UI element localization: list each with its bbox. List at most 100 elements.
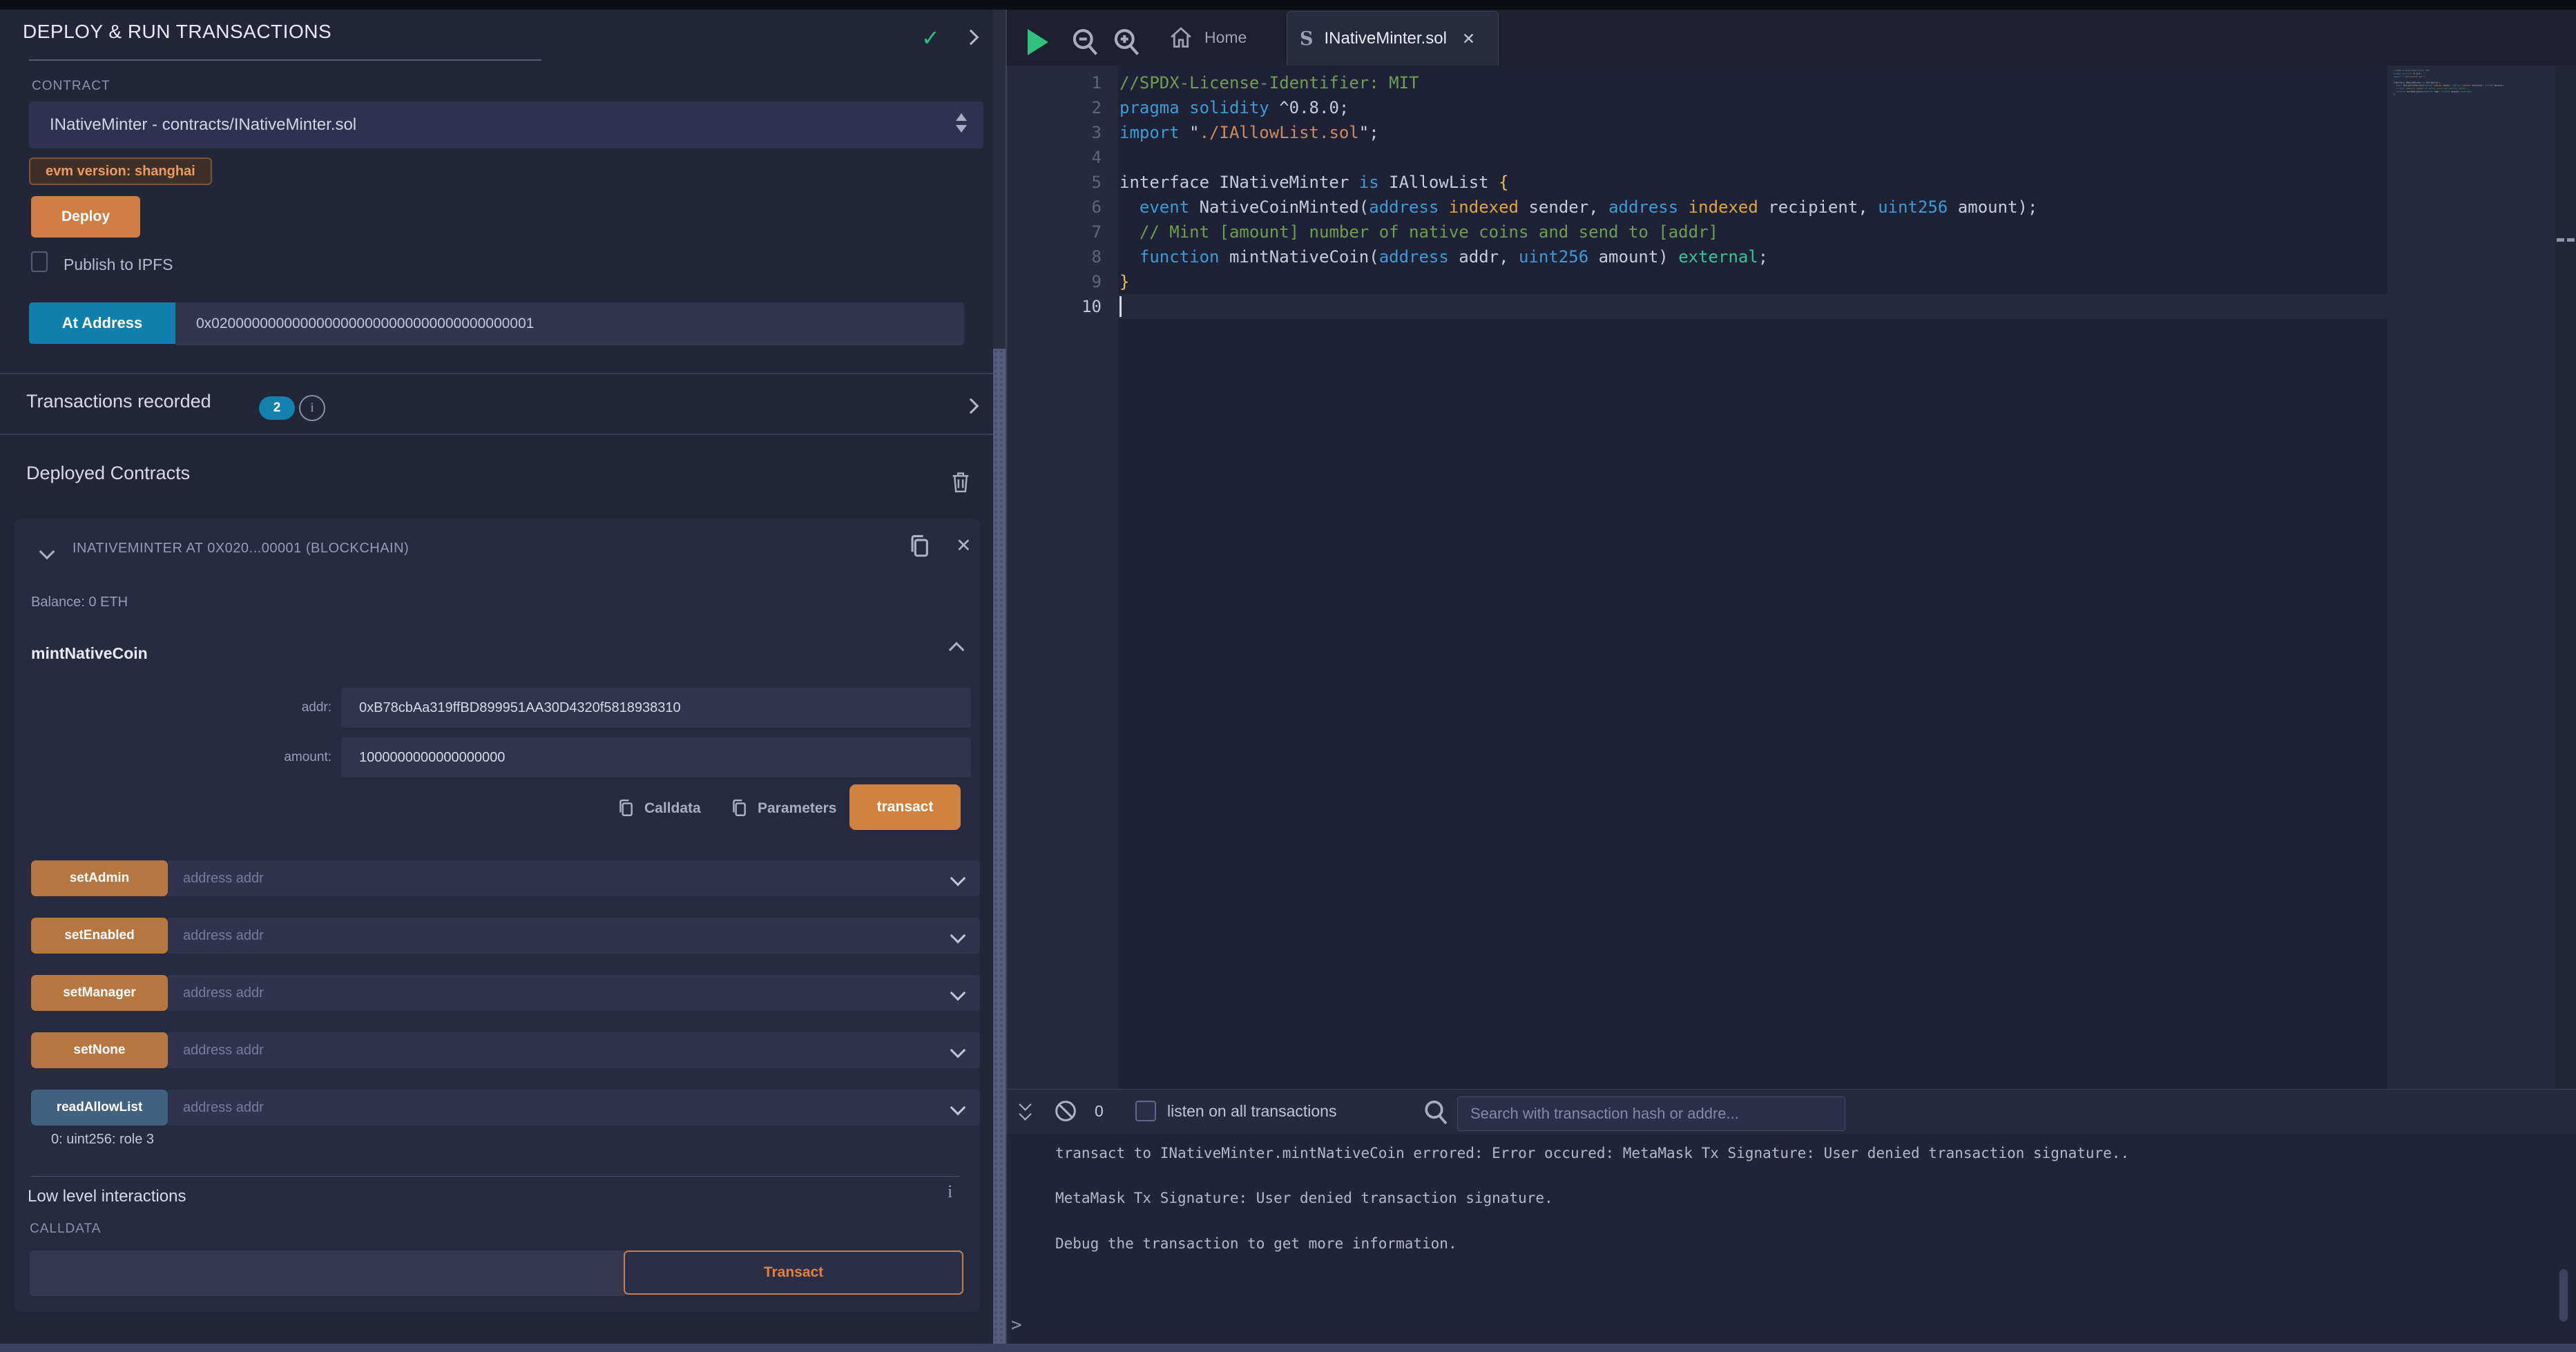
line-number: 6 (1007, 195, 1102, 220)
terminal-line: transact to INativeMinter.mintNativeCoin… (1055, 1145, 2129, 1161)
at-address-button[interactable]: At Address (29, 302, 175, 344)
contract-select[interactable]: INativeMinter - contracts/INativeMinter.… (29, 102, 983, 148)
title-underline (29, 59, 541, 61)
remix-ide-window: DEPLOY & RUN TRANSACTIONS ✓ CONTRACT INa… (0, 0, 2576, 1352)
panel-collapse-chevron-icon[interactable] (963, 30, 979, 46)
deploy-run-panel: DEPLOY & RUN TRANSACTIONS ✓ CONTRACT INa… (0, 10, 993, 1344)
function-name-label: mintNativeCoin (31, 644, 148, 663)
terminal-scrollbar[interactable] (2559, 1269, 2568, 1322)
terminal-line: Debug the transaction to get more inform… (1055, 1235, 1457, 1252)
setadmin-input[interactable] (168, 860, 980, 896)
contract-collapse-chevron-icon[interactable] (39, 544, 55, 560)
divider (31, 1176, 960, 1177)
overview-ruler-marker (2567, 238, 2575, 242)
terminal-search-input[interactable] (1457, 1097, 1845, 1131)
code-line-6: event NativeCoinMinted(address indexed s… (1119, 195, 2037, 220)
setnone-input[interactable] (168, 1032, 980, 1068)
readallowlist-input[interactable] (168, 1090, 980, 1126)
setadmin-button[interactable]: setAdmin (31, 860, 168, 896)
low-level-transact-button[interactable]: Transact (624, 1250, 963, 1295)
double-chevron-down-icon[interactable] (1021, 1100, 1030, 1119)
line-number: 3 (1007, 120, 1102, 145)
minimap[interactable] (2387, 66, 2555, 1089)
info-icon: i (948, 1181, 952, 1202)
transactions-count-badge: 2 (259, 396, 295, 420)
check-icon: ✓ (921, 25, 940, 51)
line-number: 8 (1007, 244, 1102, 269)
listen-all-transactions-checkbox[interactable] (1135, 1101, 1156, 1121)
calldata-label: CALLDATA (30, 1221, 101, 1237)
addr-field-row: addr: (228, 688, 971, 728)
setmanager-input[interactable] (168, 975, 980, 1011)
addr-input[interactable] (341, 688, 971, 728)
line-number: 5 (1007, 170, 1102, 195)
panel-resize-handle[interactable] (993, 349, 1006, 1344)
transactions-expand-chevron-icon[interactable] (963, 398, 979, 414)
tab-home[interactable]: Home (1155, 10, 1260, 66)
function-row-readallowlist: readAllowList (31, 1090, 963, 1126)
contract-instance-title[interactable]: INATIVEMINTER AT 0X020...00001 (BLOCKCHA… (73, 541, 409, 557)
line-number: 2 (1007, 95, 1102, 120)
setnone-button[interactable]: setNone (31, 1032, 168, 1068)
deployed-contracts-label: Deployed Contracts (26, 463, 190, 484)
code-line-1: //SPDX-License-Identifier: MIT (1119, 70, 1419, 95)
trash-icon[interactable] (950, 470, 971, 494)
ban-icon[interactable] (1054, 1099, 1077, 1123)
current-line-highlight (1118, 294, 2387, 319)
zoom-out-icon[interactable] (1070, 28, 1099, 58)
play-icon[interactable] (1028, 29, 1048, 55)
addr-label: addr: (228, 700, 331, 715)
contract-label: CONTRACT (32, 79, 110, 94)
setmanager-button[interactable]: setManager (31, 975, 168, 1011)
divider (0, 373, 993, 374)
terminal-prompt: > (1011, 1315, 1022, 1335)
contract-balance: Balance: 0 ETH (31, 595, 128, 610)
publish-ipfs-checkbox[interactable] (31, 251, 48, 272)
code-line-2: pragma solidity ^0.8.0; (1119, 95, 1349, 120)
terminal-line: MetaMask Tx Signature: User denied trans… (1055, 1190, 1553, 1206)
deploy-button[interactable]: Deploy (31, 196, 140, 238)
function-row-setmanager: setManager (31, 975, 963, 1011)
at-address-input[interactable] (175, 302, 964, 345)
overview-ruler-marker (2557, 238, 2564, 242)
low-level-calldata-input[interactable] (30, 1250, 626, 1296)
select-arrows-icon (956, 113, 967, 133)
evm-version-badge: evm version: shanghai (29, 157, 212, 185)
readallowlist-button[interactable]: readAllowList (31, 1090, 168, 1126)
overview-ruler[interactable] (2555, 66, 2576, 1089)
window-top-edge (0, 0, 2576, 10)
copy-icon (730, 798, 748, 819)
zoom-in-icon[interactable] (1112, 28, 1141, 58)
amount-input[interactable] (341, 737, 971, 778)
search-icon (1423, 1099, 1449, 1127)
code-line-8: function mintNativeCoin(address addr, ui… (1119, 244, 1768, 269)
code-line-3: import "./IAllowList.sol"; (1119, 120, 1379, 145)
setenabled-input[interactable] (168, 918, 980, 954)
close-icon[interactable]: ✕ (956, 535, 972, 557)
transact-button[interactable]: transact (849, 784, 961, 830)
low-level-interactions-label: Low level interactions (28, 1187, 186, 1206)
home-icon (1169, 26, 1193, 50)
function-row-setenabled: setEnabled (31, 918, 963, 954)
pending-tx-count: 0 (1095, 1102, 1104, 1121)
publish-ipfs-label: Publish to IPFS (64, 255, 173, 274)
function-row-setadmin: setAdmin (31, 860, 963, 896)
line-number: 9 (1007, 269, 1102, 294)
copy-icon (617, 798, 635, 819)
listen-all-transactions-label: listen on all transactions (1167, 1102, 1336, 1121)
function-collapse-chevron-icon[interactable] (949, 642, 965, 658)
amount-label: amount: (228, 750, 331, 765)
parameters-copy-action[interactable]: Parameters (730, 798, 836, 819)
info-icon: i (299, 395, 325, 421)
panel-title: DEPLOY & RUN TRANSACTIONS (23, 21, 331, 43)
line-number: 7 (1007, 220, 1102, 244)
code-line-5: interface INativeMinter is IAllowList { (1119, 170, 1509, 195)
close-icon[interactable]: ✕ (1462, 30, 1475, 48)
minimap-code: //SPDX-License-Identifier: MITpragma sol… (2394, 69, 2559, 99)
setenabled-button[interactable]: setEnabled (31, 918, 168, 954)
calldata-copy-action[interactable]: Calldata (617, 798, 701, 819)
window-bottom-edge (0, 1344, 2576, 1352)
tab-inativeminter-sol[interactable]: S INativeMinter.sol ✕ (1287, 11, 1499, 66)
copy-icon[interactable] (907, 534, 931, 560)
line-number: 4 (1007, 145, 1102, 170)
